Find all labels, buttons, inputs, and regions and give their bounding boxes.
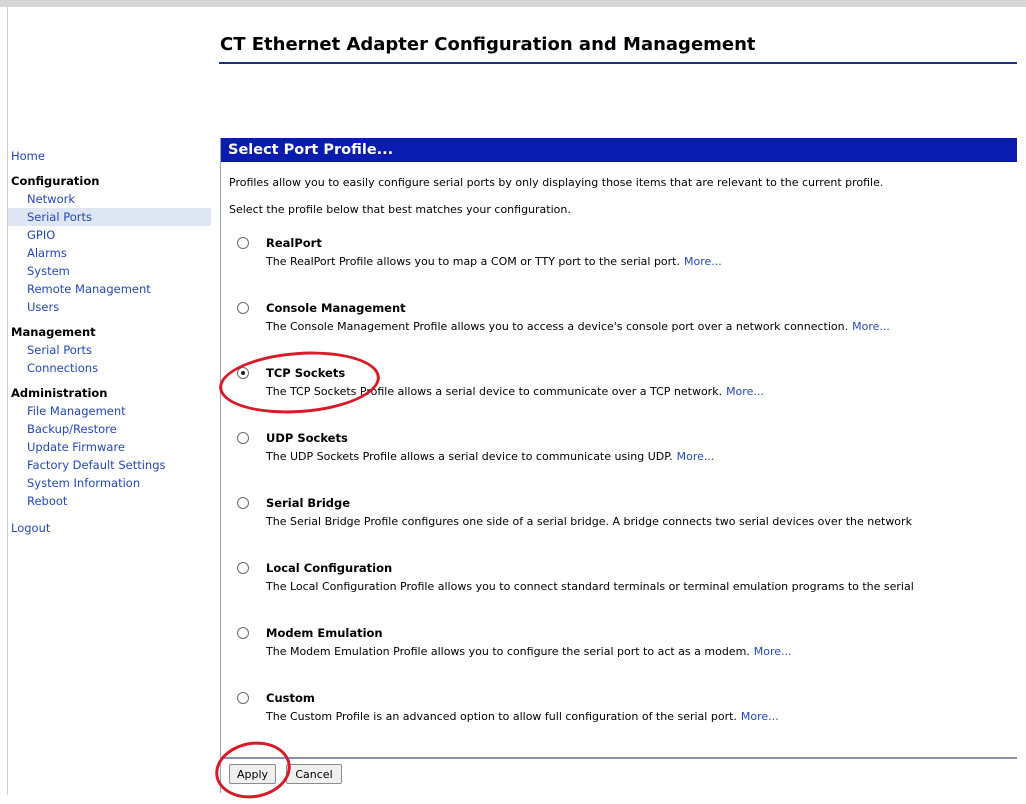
sidebar-item-serial-ports[interactable]: Serial Ports bbox=[8, 208, 211, 226]
cancel-button[interactable]: Cancel bbox=[286, 764, 342, 784]
sidebar-item-system-information[interactable]: System Information bbox=[8, 474, 211, 492]
profile-description: The UDP Sockets Profile allows a serial … bbox=[266, 450, 715, 463]
more-link[interactable]: More... bbox=[741, 710, 779, 723]
profile-name: UDP Sockets bbox=[266, 431, 348, 445]
sidebar-item-remote-management[interactable]: Remote Management bbox=[8, 280, 211, 298]
radio-console-management[interactable] bbox=[237, 302, 249, 314]
radio-modem-emulation[interactable] bbox=[237, 627, 249, 639]
profile-description: The Serial Bridge Profile configures one… bbox=[266, 515, 912, 528]
sidebar-item-home[interactable]: Home bbox=[8, 147, 211, 165]
profile-option-tcp-sockets: TCP Sockets The TCP Sockets Profile allo… bbox=[229, 364, 1019, 404]
profile-name: Console Management bbox=[266, 301, 406, 315]
more-link[interactable]: More... bbox=[852, 320, 890, 333]
sidebar-item-connections[interactable]: Connections bbox=[8, 359, 211, 377]
sidebar-item-backup-restore[interactable]: Backup/Restore bbox=[8, 420, 211, 438]
button-bar-divider bbox=[221, 757, 1017, 759]
profile-option-serial-bridge: Serial Bridge The Serial Bridge Profile … bbox=[229, 494, 1019, 534]
sidebar-item-logout[interactable]: Logout bbox=[8, 519, 211, 537]
sidebar-item-management-serial-ports[interactable]: Serial Ports bbox=[8, 341, 211, 359]
profile-description: The Custom Profile is an advanced option… bbox=[266, 710, 779, 723]
sidebar-item-reboot[interactable]: Reboot bbox=[8, 492, 211, 510]
profile-name: Custom bbox=[266, 691, 315, 705]
sidebar-item-file-management[interactable]: File Management bbox=[8, 402, 211, 420]
radio-realport[interactable] bbox=[237, 237, 249, 249]
panel-instruction-text: Select the profile below that best match… bbox=[229, 203, 571, 216]
more-link[interactable]: More... bbox=[684, 255, 722, 268]
panel-header: Select Port Profile... bbox=[221, 138, 1017, 162]
profile-description: The RealPort Profile allows you to map a… bbox=[266, 255, 722, 268]
profile-description: The Console Management Profile allows yo… bbox=[266, 320, 890, 333]
radio-udp-sockets[interactable] bbox=[237, 432, 249, 444]
sidebar-heading-configuration: Configuration bbox=[11, 174, 100, 188]
sidebar-heading-management: Management bbox=[11, 325, 96, 339]
more-link[interactable]: More... bbox=[677, 450, 715, 463]
profile-name: RealPort bbox=[266, 236, 322, 250]
profile-description: The TCP Sockets Profile allows a serial … bbox=[266, 385, 764, 398]
more-link[interactable]: More... bbox=[726, 385, 764, 398]
more-link[interactable]: More... bbox=[754, 645, 792, 658]
profile-description: The Modem Emulation Profile allows you t… bbox=[266, 645, 792, 658]
apply-button[interactable]: Apply bbox=[229, 764, 276, 784]
sidebar-item-update-firmware[interactable]: Update Firmware bbox=[8, 438, 211, 456]
radio-custom[interactable] bbox=[237, 692, 249, 704]
title-divider bbox=[219, 62, 1017, 64]
sidebar-nav: Home Configuration Network Serial Ports … bbox=[8, 147, 211, 537]
radio-tcp-sockets[interactable] bbox=[237, 367, 249, 379]
profile-option-console-management: Console Management The Console Managemen… bbox=[229, 299, 1019, 339]
profile-name: Local Configuration bbox=[266, 561, 393, 575]
profile-name: TCP Sockets bbox=[266, 366, 346, 380]
profile-option-modem-emulation: Modem Emulation The Modem Emulation Prof… bbox=[229, 624, 1019, 664]
sidebar-item-gpio[interactable]: GPIO bbox=[8, 226, 211, 244]
window-top-border bbox=[0, 0, 1026, 7]
profile-option-custom: Custom The Custom Profile is an advanced… bbox=[229, 689, 1019, 729]
profile-option-local-configuration: Local Configuration The Local Configurat… bbox=[229, 559, 1019, 599]
radio-local-configuration[interactable] bbox=[237, 562, 249, 574]
profile-option-udp-sockets: UDP Sockets The UDP Sockets Profile allo… bbox=[229, 429, 1019, 469]
profile-name: Modem Emulation bbox=[266, 626, 383, 640]
sidebar-item-users[interactable]: Users bbox=[8, 298, 211, 316]
panel-intro-text: Profiles allow you to easily configure s… bbox=[229, 176, 884, 189]
sidebar-item-factory-default-settings[interactable]: Factory Default Settings bbox=[8, 456, 211, 474]
page-title: CT Ethernet Adapter Configuration and Ma… bbox=[220, 34, 756, 55]
profile-option-realport: RealPort The RealPort Profile allows you… bbox=[229, 234, 1019, 274]
sidebar-heading-administration: Administration bbox=[11, 386, 108, 400]
radio-serial-bridge[interactable] bbox=[237, 497, 249, 509]
sidebar-item-network[interactable]: Network bbox=[8, 190, 211, 208]
panel-left-border bbox=[220, 138, 221, 793]
profile-name: Serial Bridge bbox=[266, 496, 351, 510]
profile-description: The Local Configuration Profile allows y… bbox=[266, 580, 914, 593]
sidebar-item-alarms[interactable]: Alarms bbox=[8, 244, 211, 262]
sidebar-item-system[interactable]: System bbox=[8, 262, 211, 280]
